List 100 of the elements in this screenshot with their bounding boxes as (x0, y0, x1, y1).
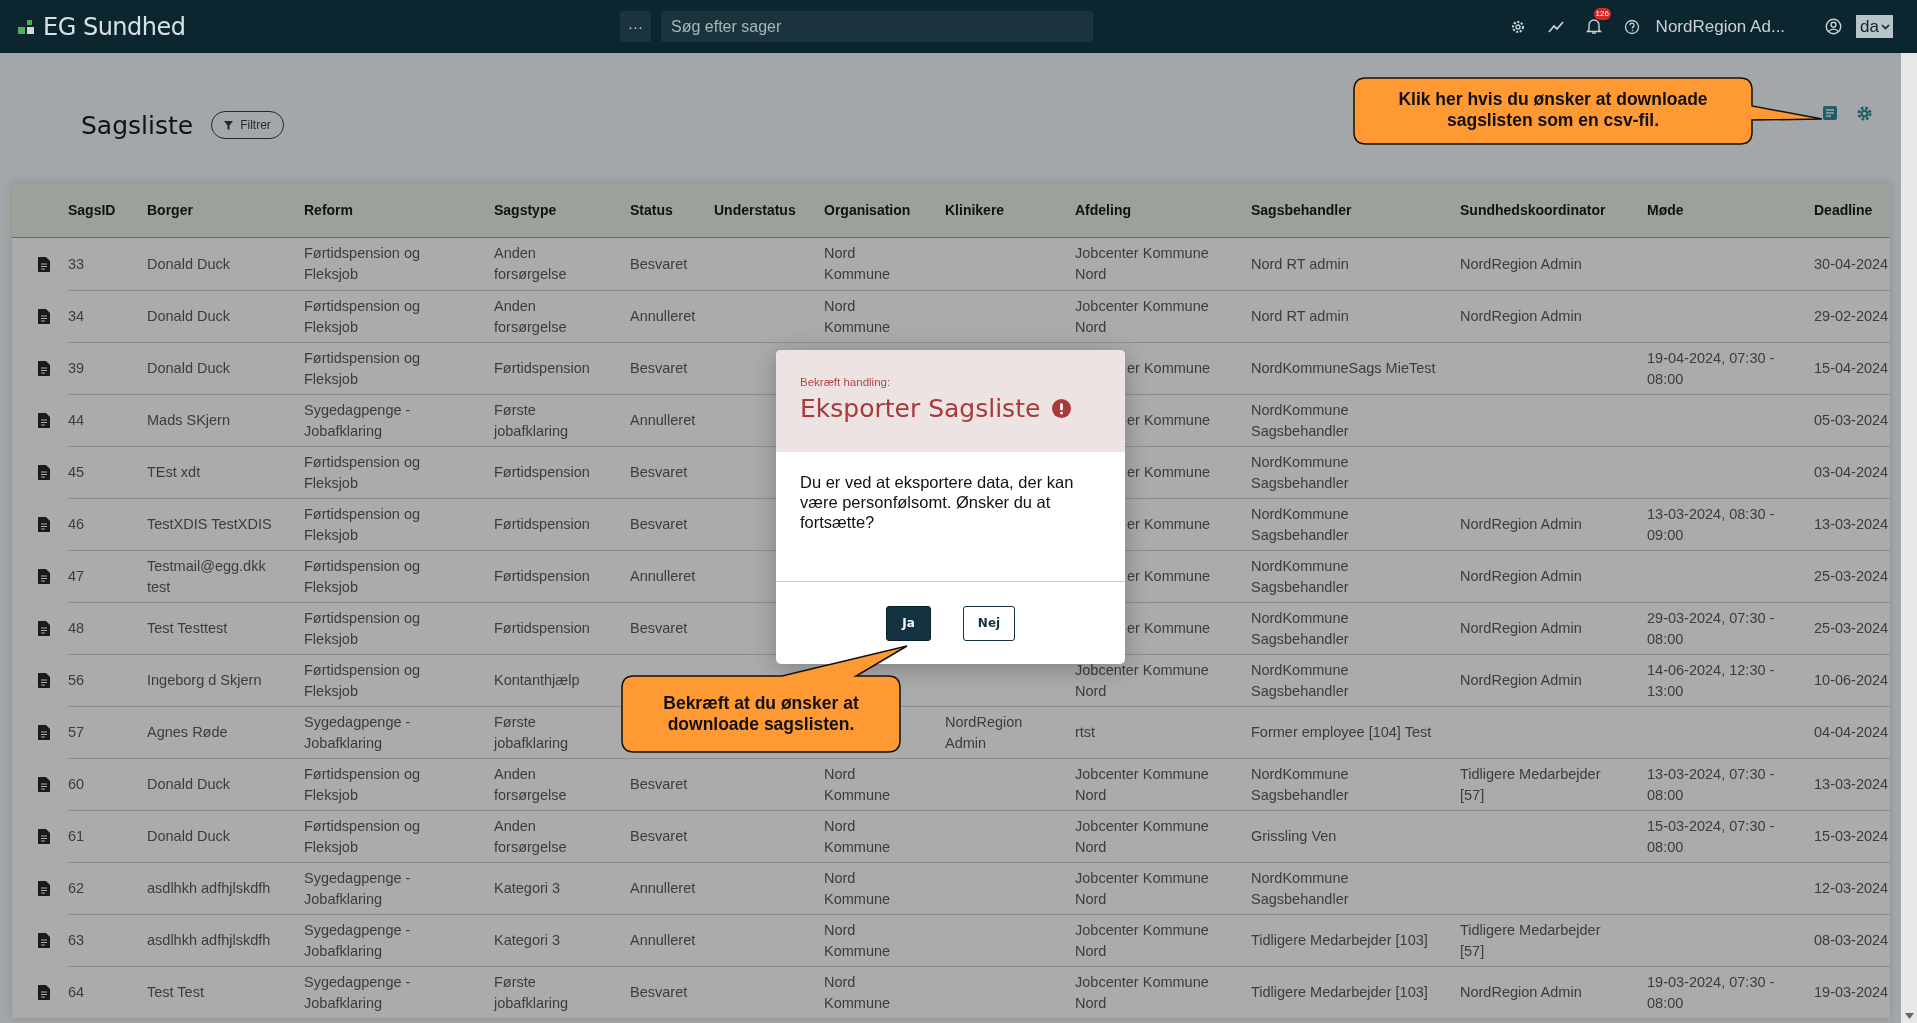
more-button[interactable]: ··· (620, 11, 651, 42)
table-cell-text: NordKommuneSags MieTest (1251, 359, 1436, 378)
table-cell-text: Jobcenter Kommune Nord (1075, 296, 1209, 337)
scroll-down-icon[interactable] (1904, 1013, 1914, 1019)
table-cell-text: 44 (68, 411, 85, 430)
dialog-button[interactable]: Ja (886, 605, 931, 641)
column-header[interactable]: Afdeling (1075, 202, 1131, 218)
table-cell-text: Agnes Røde (147, 723, 228, 742)
column-header[interactable]: Understatus (714, 202, 796, 218)
table-cell-text: 29-02-2024 (1814, 307, 1889, 326)
table-cell-text: rtst (1075, 723, 1096, 742)
table-cell-text: Besvaret (630, 359, 688, 378)
table-cell-text: Nord Kommune (824, 816, 891, 857)
document-icon[interactable] (38, 464, 50, 480)
column-header[interactable]: Sundhedskoordinator (1460, 202, 1606, 218)
user-name[interactable]: NordRegion Ad... (1655, 16, 1786, 37)
column-header[interactable]: Organisation (824, 202, 911, 218)
table-cell-text: Former employee [104] Test (1251, 723, 1432, 742)
table-cell-text: NordKommune Sagsbehandler (1251, 556, 1349, 597)
table-cell-text: Annulleret (630, 307, 696, 326)
table-cell-text: NordRegion Admin (1460, 515, 1582, 534)
help-icon[interactable] (1623, 18, 1640, 35)
table-cell-text: 48 (68, 619, 85, 638)
column-header[interactable]: Status (630, 202, 673, 218)
document-icon[interactable] (38, 516, 50, 532)
table-cell-text: Jobcenter Kommune Nord (1075, 868, 1209, 909)
document-icon[interactable] (38, 828, 50, 844)
table-cell-text: Tidligere Medarbejder [103] (1251, 983, 1428, 1002)
table-cell-text: Anden forsørgelse (494, 816, 567, 857)
table-cell-text: Testmail@egg.dkk test (147, 556, 266, 597)
table-cell-text: Anden forsørgelse (494, 296, 567, 337)
table-cell-text: asdlhkh adfhjlskdfh (147, 931, 271, 950)
bell-icon[interactable] (1585, 18, 1602, 35)
table-cell-text: 19-04-2024, 07:30 - 08:00 (1647, 348, 1775, 389)
document-icon[interactable] (38, 984, 50, 1000)
table-cell-text: 64 (68, 983, 85, 1002)
document-icon[interactable] (38, 360, 50, 376)
scrollbar[interactable] (1901, 53, 1917, 1023)
search-field[interactable]: Søg efter sager (661, 11, 1093, 42)
table-cell-text: 19-03-2024, 07:30 - 08:00 (1647, 972, 1775, 1013)
table-cell-text: NordRegion Admin (1460, 254, 1582, 274)
column-header[interactable]: Møde (1647, 202, 1684, 218)
table-cell-text: er Kommune (1127, 411, 1210, 430)
table-cell-text: Annulleret (630, 567, 696, 586)
document-icon[interactable] (38, 256, 50, 272)
table-cell-text: 29-03-2024, 07:30 - 08:00 (1647, 608, 1775, 649)
document-icon[interactable] (38, 724, 50, 740)
table-cell-text: Besvaret (630, 463, 688, 482)
column-header[interactable]: SagsID (68, 202, 116, 218)
table-cell-text: Mads SKjern (147, 411, 230, 430)
table-cell-text: Første jobafklaring (494, 400, 569, 441)
column-header[interactable]: Sagstype (494, 202, 557, 218)
warning-icon (1052, 399, 1072, 418)
page-title: Sagsliste (81, 110, 194, 140)
table-cell-text: Ingeborg d Skjern (147, 671, 262, 690)
language-select[interactable]: da (1856, 15, 1893, 38)
caret-icon (1881, 23, 1890, 30)
app-logo[interactable]: EG Sundhed (43, 12, 186, 41)
table-cell-text: Donald Duck (147, 775, 230, 794)
table-cell-text: Førtidspension og Fleksjob (304, 608, 421, 649)
column-header[interactable]: Deadline (1814, 202, 1873, 218)
table-cell-text: Kategori 3 (494, 879, 561, 898)
column-header[interactable]: Reform (304, 202, 353, 218)
table-cell-text: Tidligere Medarbejder [103] (1251, 931, 1428, 950)
document-icon[interactable] (38, 620, 50, 636)
table-cell-text: Førtidspension (494, 515, 590, 534)
user-icon[interactable] (1825, 18, 1843, 35)
filter-icon (224, 120, 234, 130)
table-cell-text: 33 (68, 254, 85, 274)
table-cell-text: 05-03-2024 (1814, 411, 1889, 430)
document-icon[interactable] (38, 412, 50, 428)
document-icon[interactable] (38, 932, 50, 948)
table-cell-text: 15-04-2024 (1814, 359, 1889, 378)
table-cell-text: 13-03-2024 (1814, 775, 1889, 794)
settings-icon[interactable] (1509, 18, 1526, 35)
document-icon[interactable] (38, 776, 50, 792)
table-cell-text: Besvaret (630, 515, 688, 534)
table-cell-text: Førtidspension og Fleksjob (304, 452, 421, 493)
dialog-button[interactable]: Nej (963, 605, 1015, 641)
table-cell-text: 15-03-2024 (1814, 827, 1889, 846)
column-header[interactable]: Borger (147, 202, 193, 218)
dialog-title: Eksporter Sagsliste (800, 394, 1041, 423)
table-cell-text: 63 (68, 931, 85, 950)
table-cell-text: NordRegion Admin (945, 712, 1023, 753)
callout-text: Bekræft at du ønsker at downloade sagslisten. (662, 693, 860, 735)
document-icon[interactable] (38, 568, 50, 584)
table-cell-text: er Kommune (1127, 567, 1210, 586)
table-cell-text: Annulleret (630, 879, 696, 898)
column-header[interactable]: Klinikere (945, 202, 1005, 218)
table-cell-text: Sygedagpenge - Jobafklaring (304, 920, 411, 961)
document-icon[interactable] (38, 880, 50, 896)
column-header[interactable]: Sagsbehandler (1251, 202, 1352, 218)
document-icon[interactable] (38, 672, 50, 688)
table-cell-text: Jobcenter Kommune Nord (1075, 972, 1209, 1013)
list-icon[interactable] (1822, 105, 1838, 121)
table-cell-text: Førtidspension og Fleksjob (304, 556, 421, 597)
table-cell-text: Førtidspension og Fleksjob (304, 296, 421, 337)
document-icon[interactable] (38, 308, 50, 324)
table-cell-text: 61 (68, 827, 85, 846)
table-cell-text: TestXDIS TestXDIS (147, 515, 272, 534)
